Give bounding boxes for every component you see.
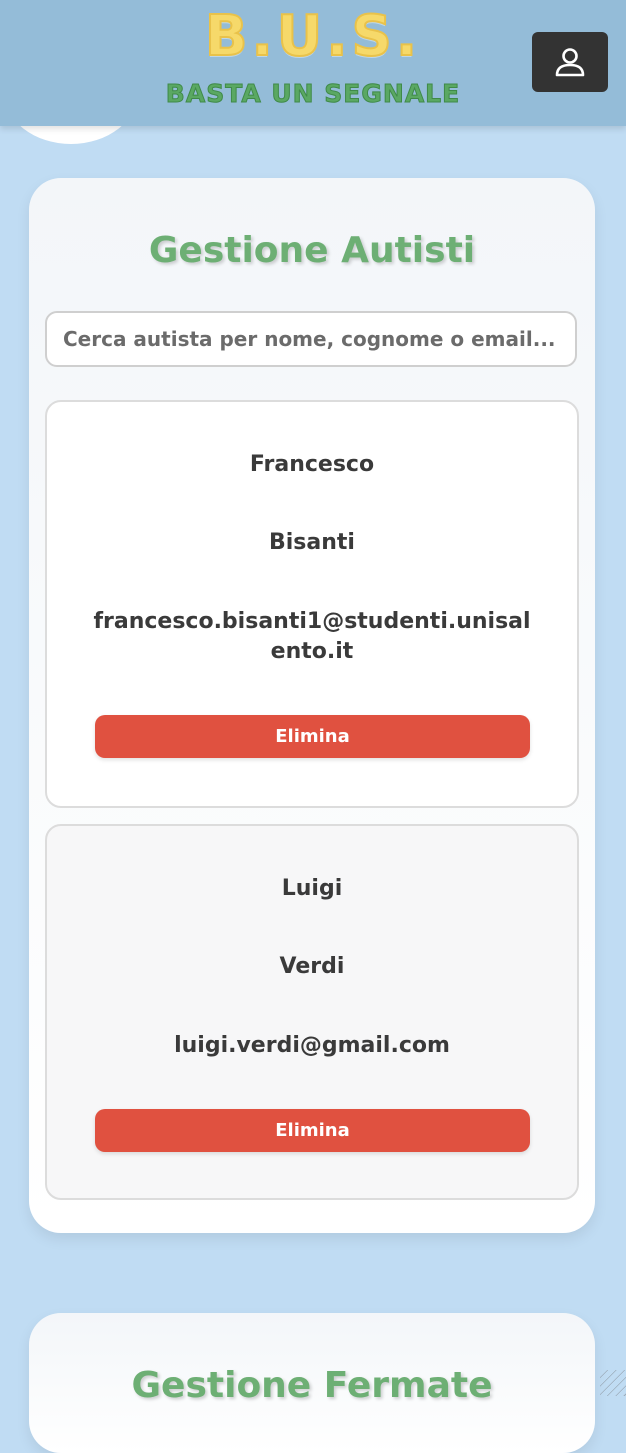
driver-email: francesco.bisanti1@studenti.unisalento.i… <box>93 609 531 664</box>
user-icon <box>555 48 585 77</box>
delete-driver-button[interactable]: Elimina <box>95 1109 530 1152</box>
driver-last-name: Bisanti <box>269 530 355 555</box>
user-account-button[interactable] <box>532 32 608 92</box>
driver-last-name: Verdi <box>279 954 345 979</box>
drivers-section-title: Gestione Autisti <box>148 230 476 271</box>
driver-card: Francesco Bisanti francesco.bisanti1@stu… <box>45 400 579 808</box>
stops-management-card: Gestione Fermate <box>29 1313 595 1453</box>
resize-grip-icon[interactable] <box>600 1370 626 1396</box>
driver-card: Luigi Verdi luigi.verdi@gmail.com Elimin… <box>45 824 579 1200</box>
app-header: B.U.S. BASTA UN SEGNALE <box>0 0 626 126</box>
driver-first-name: Francesco <box>249 452 375 477</box>
driver-first-name: Luigi <box>281 876 343 901</box>
drivers-management-card: Gestione Autisti Francesco Bisanti franc… <box>29 178 595 1233</box>
delete-driver-button[interactable]: Elimina <box>95 715 530 758</box>
driver-email: luigi.verdi@gmail.com <box>174 1033 450 1058</box>
stops-section-title: Gestione Fermate <box>131 1365 493 1406</box>
driver-search-input[interactable] <box>45 311 577 367</box>
